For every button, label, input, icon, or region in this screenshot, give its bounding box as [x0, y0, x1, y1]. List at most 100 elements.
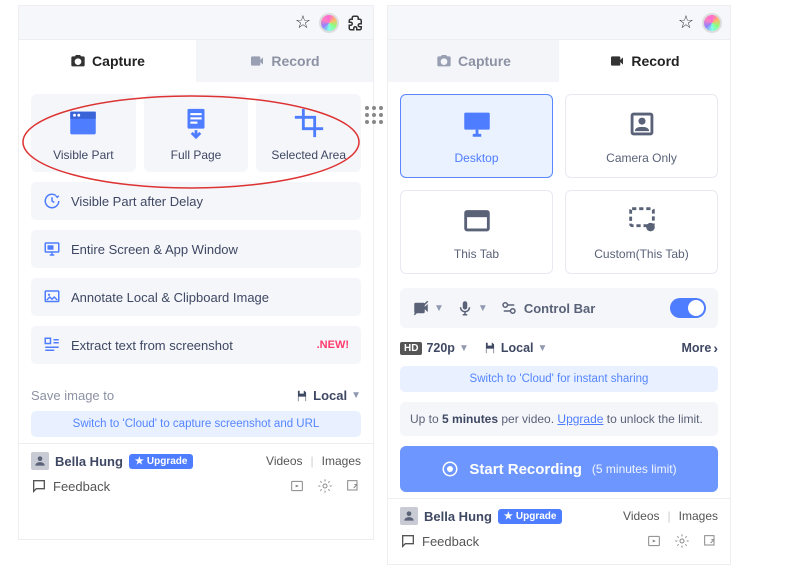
avatar-icon: [31, 452, 49, 470]
extension-icon[interactable]: [319, 13, 339, 33]
video-icon: [609, 53, 625, 69]
popout-icon[interactable]: [702, 533, 718, 549]
mode-camera[interactable]: Camera Only: [565, 94, 718, 178]
star-icon[interactable]: ☆: [295, 12, 311, 33]
resolution-button[interactable]: HD720p▼: [400, 341, 469, 355]
footer-right: Bella Hung ★ Upgrade Videos | Images Fee…: [388, 498, 730, 553]
saveto-label: Save image to: [31, 388, 114, 403]
feedback-label-left[interactable]: Feedback: [53, 479, 110, 494]
cloud-tip-right[interactable]: Switch to 'Cloud' for instant sharing: [400, 366, 718, 392]
control-bar-toggle[interactable]: [670, 298, 706, 318]
browser-topbar-right: ☆: [388, 6, 730, 40]
user-name-right[interactable]: Bella Hung: [424, 509, 492, 524]
new-tag: .NEW!: [317, 339, 349, 351]
tab-capture[interactable]: Capture: [19, 40, 196, 82]
upgrade-button-right[interactable]: ★ Upgrade: [498, 509, 563, 524]
more-button[interactable]: More ›: [681, 340, 718, 356]
chevron-down-icon: ▼: [351, 390, 361, 401]
capture-tile-row: Visible Part Full Page Selected Area: [31, 94, 361, 172]
extension-icon[interactable]: [702, 13, 722, 33]
item-annotate[interactable]: Annotate Local & Clipboard Image: [31, 278, 361, 316]
record-row-1: Desktop Camera Only: [400, 94, 718, 178]
history-icon[interactable]: [289, 478, 305, 494]
tile-visible-part[interactable]: Visible Part: [31, 94, 136, 172]
camera-toggle-button[interactable]: ▼: [412, 299, 444, 317]
user-row-left: Bella Hung ★ Upgrade Videos | Images: [31, 452, 361, 470]
tab-capture-label: Capture: [92, 53, 145, 69]
mode-camera-label: Camera Only: [606, 151, 677, 165]
settings-icon[interactable]: [317, 478, 333, 494]
tab-record-label-right: Record: [631, 53, 679, 69]
control-bar-icon: [500, 299, 518, 317]
save-icon: [483, 341, 497, 355]
recording-toolbar: ▼ ▼ Control Bar: [400, 288, 718, 328]
feedback-label-right[interactable]: Feedback: [422, 534, 479, 549]
upgrade-button-left[interactable]: ★ Upgrade: [129, 454, 194, 469]
user-row-right: Bella Hung ★ Upgrade Videos | Images: [400, 507, 718, 525]
control-bar-label: Control Bar: [500, 299, 596, 317]
footer-link-videos-right[interactable]: Videos: [623, 509, 659, 523]
tile-full-page[interactable]: Full Page: [144, 94, 249, 172]
history-icon[interactable]: [646, 533, 662, 549]
footer-link-videos[interactable]: Videos: [266, 454, 302, 468]
camera-icon: [436, 53, 452, 69]
clock-icon: [43, 192, 61, 210]
mode-this-tab-label: This Tab: [454, 247, 499, 261]
item-extract-text-label: Extract text from screenshot: [71, 338, 233, 353]
camera-only-icon: [625, 107, 659, 141]
footer-link-images-right[interactable]: Images: [679, 509, 718, 523]
item-visible-delay-label: Visible Part after Delay: [71, 194, 203, 209]
cloud-tip-left[interactable]: Switch to 'Cloud' to capture screenshot …: [31, 411, 361, 437]
apps-grid-icon[interactable]: [365, 106, 383, 124]
tabs-right: Capture Record: [388, 40, 730, 82]
footer-link-images[interactable]: Images: [322, 454, 361, 468]
feedback-row-left: Feedback: [31, 478, 361, 494]
capture-body: Visible Part Full Page Selected Area Vis…: [19, 82, 373, 443]
star-icon[interactable]: ☆: [678, 12, 694, 33]
record-row-2: This Tab Custom(This Tab): [400, 190, 718, 274]
tab-record-right[interactable]: Record: [559, 40, 730, 82]
saveto-target[interactable]: Local ▼: [295, 388, 361, 403]
mode-custom[interactable]: Custom(This Tab): [565, 190, 718, 274]
video-icon: [249, 53, 265, 69]
item-entire-screen[interactable]: Entire Screen & App Window: [31, 230, 361, 268]
image-icon: [43, 288, 61, 306]
avatar-icon: [400, 507, 418, 525]
mode-custom-label: Custom(This Tab): [594, 247, 688, 261]
mic-toggle-button[interactable]: ▼: [456, 299, 488, 317]
mode-this-tab[interactable]: This Tab: [400, 190, 553, 274]
feedback-icon: [400, 533, 416, 549]
mode-desktop-label: Desktop: [454, 151, 498, 165]
feedback-row-right: Feedback: [400, 533, 718, 549]
tab-record[interactable]: Record: [196, 40, 373, 82]
start-recording-button[interactable]: Start Recording (5 minutes limit): [400, 446, 718, 492]
item-annotate-label: Annotate Local & Clipboard Image: [71, 290, 269, 305]
extensions-puzzle-icon[interactable]: [347, 14, 365, 32]
custom-area-icon: [625, 203, 659, 237]
footer-left: Bella Hung ★ Upgrade Videos | Images Fee…: [19, 443, 373, 498]
screen-icon: [43, 240, 61, 258]
tab-capture-right[interactable]: Capture: [388, 40, 559, 82]
mode-desktop[interactable]: Desktop: [400, 94, 553, 178]
tab-capture-label-right: Capture: [458, 53, 511, 69]
settings-icon[interactable]: [674, 533, 690, 549]
capture-panel: ☆ Capture Record Visible Part Full Page: [18, 5, 374, 540]
limit-box: Up to 5 minutes per video. Upgrade to un…: [400, 402, 718, 436]
item-extract-text[interactable]: Extract text from screenshot .NEW!: [31, 326, 361, 364]
upgrade-link[interactable]: Upgrade: [557, 412, 603, 426]
tile-selected-area[interactable]: Selected Area: [256, 94, 361, 172]
tile-full-page-label: Full Page: [171, 148, 222, 162]
ocr-icon: [43, 336, 61, 354]
start-recording-label: Start Recording: [469, 461, 582, 478]
item-entire-screen-label: Entire Screen & App Window: [71, 242, 238, 257]
record-panel: ☆ Capture Record Desktop Camera Only: [387, 5, 731, 565]
saveto-target-label: Local: [313, 388, 347, 403]
save-target-button[interactable]: Local▼: [483, 341, 548, 355]
quality-row: HD720p▼ Local▼ More ›: [400, 340, 718, 356]
tabs-left: Capture Record: [19, 40, 373, 82]
tile-selected-area-label: Selected Area: [271, 148, 346, 162]
popout-icon[interactable]: [345, 478, 361, 494]
desktop-icon: [460, 107, 494, 141]
item-visible-delay[interactable]: Visible Part after Delay: [31, 182, 361, 220]
user-name-left[interactable]: Bella Hung: [55, 454, 123, 469]
